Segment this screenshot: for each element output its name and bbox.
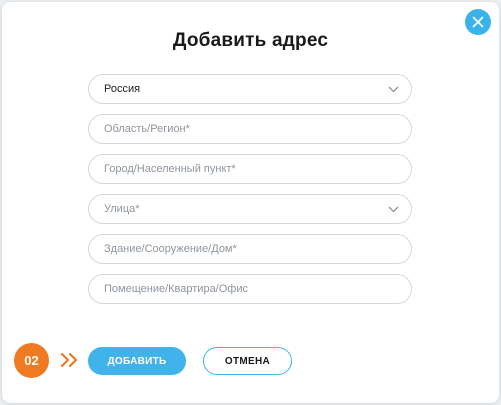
dialog-title: Добавить адрес — [172, 30, 329, 51]
country-select-value: Россия — [104, 83, 141, 95]
building-input-placeholder: Здание/Сооружение/Дом* — [104, 243, 237, 255]
street-select[interactable]: Улица* — [88, 194, 412, 224]
step-badge: 02 — [14, 343, 49, 378]
city-input[interactable]: Город/Населенный пункт* — [88, 154, 412, 184]
street-select-placeholder: Улица* — [104, 203, 140, 215]
country-select[interactable]: Россия — [88, 74, 412, 104]
cancel-button[interactable]: ОТМЕНА — [203, 347, 292, 375]
city-input-placeholder: Город/Населенный пункт* — [104, 163, 236, 175]
region-input-placeholder: Область/Регион* — [104, 123, 190, 135]
room-input-placeholder: Помещение/Квартира/Офис — [104, 283, 248, 295]
close-icon — [472, 16, 484, 28]
building-input[interactable]: Здание/Сооружение/Дом* — [88, 234, 412, 264]
chevron-down-icon — [388, 206, 399, 213]
room-input[interactable]: Помещение/Квартира/Офис — [88, 274, 412, 304]
double-chevron-right-icon — [60, 352, 78, 368]
chevron-down-icon — [388, 86, 399, 93]
region-input[interactable]: Область/Регион* — [88, 114, 412, 144]
add-button[interactable]: ДОБАВИТЬ — [88, 347, 186, 375]
